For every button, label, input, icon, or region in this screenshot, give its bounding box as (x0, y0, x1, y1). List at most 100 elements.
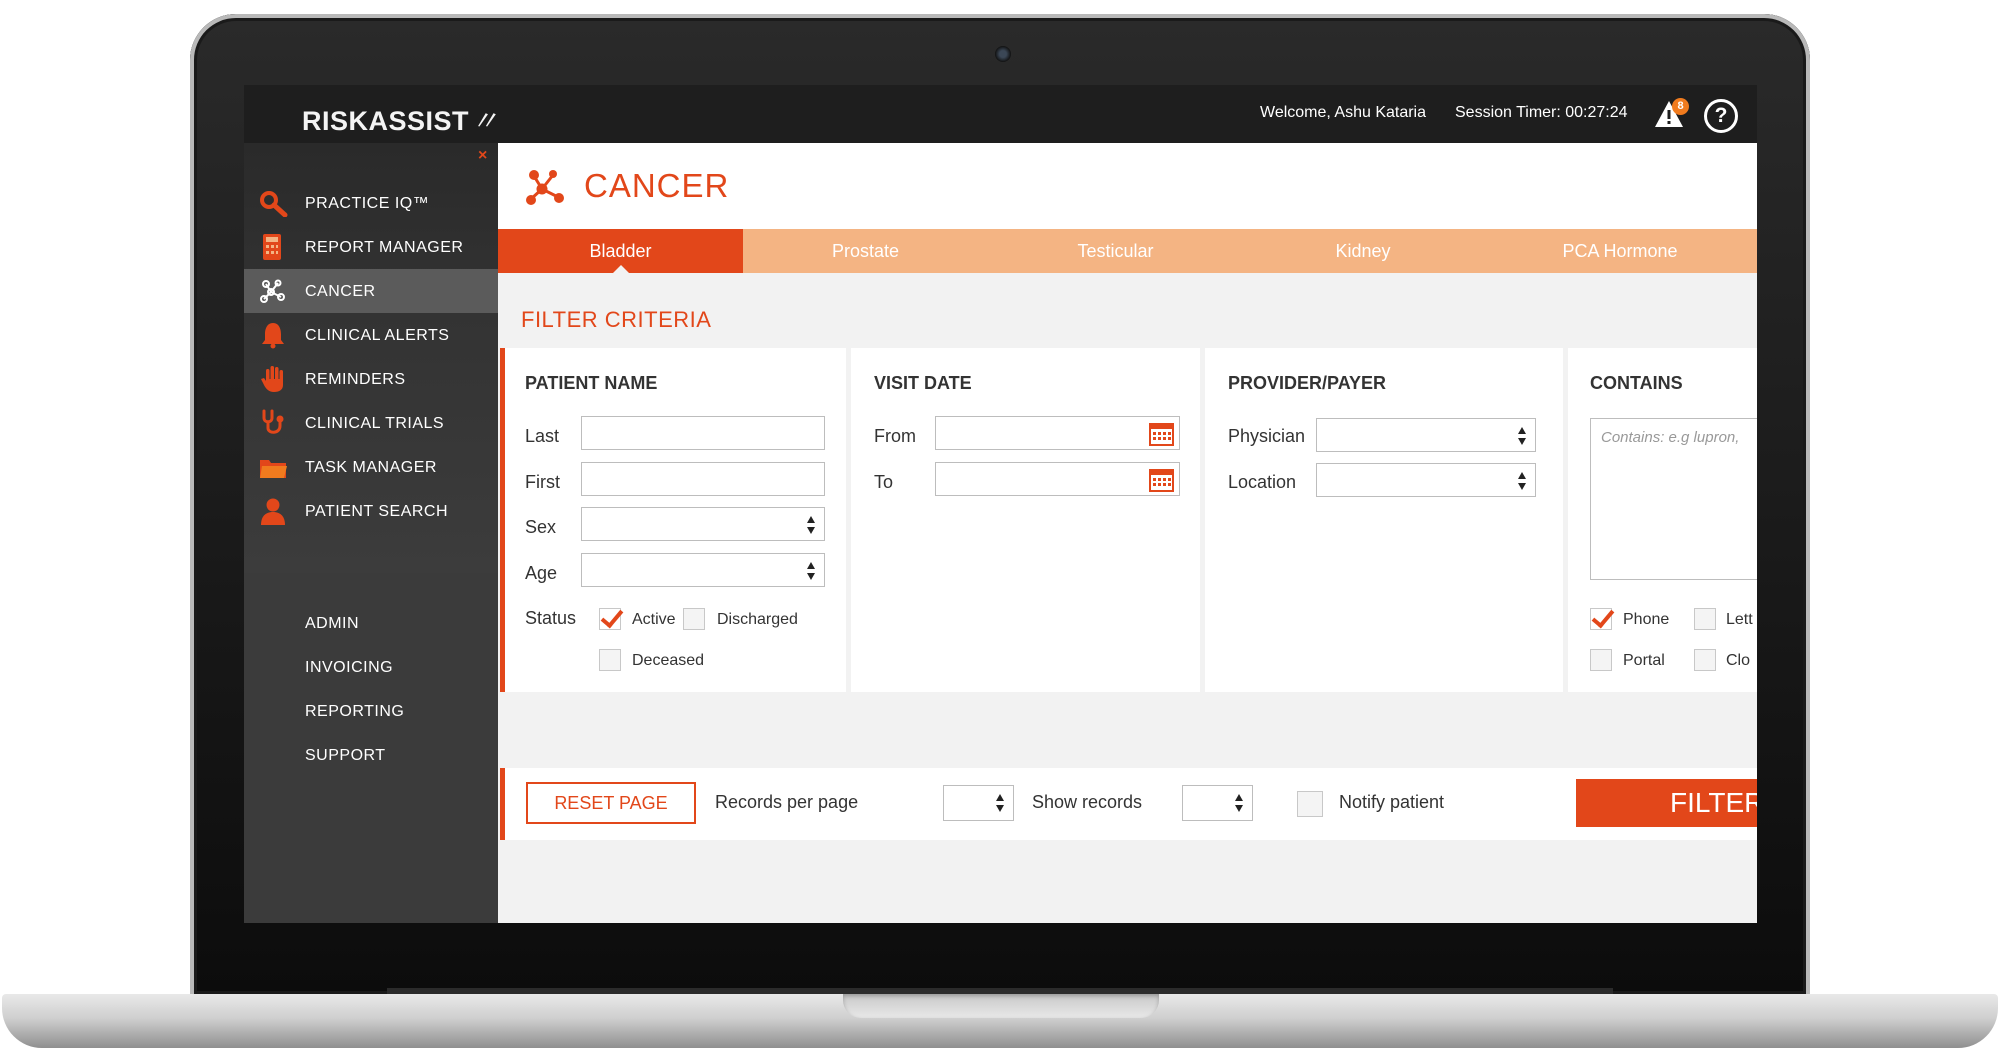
last-name-input[interactable] (581, 416, 825, 450)
age-select[interactable] (581, 553, 825, 587)
contains-phone-label: Phone (1623, 611, 1670, 628)
reset-page-button[interactable]: RESET PAGE (526, 782, 696, 824)
status-deceased-checkbox[interactable] (599, 649, 621, 671)
sidebar-item-label: PRACTICE IQ™ (305, 195, 430, 212)
physician-select[interactable] (1316, 418, 1536, 452)
provider-payer-panel: PROVIDER/PAYER Physician Location (1205, 348, 1563, 692)
sidebar-item-label: PATIENT SEARCH (305, 503, 449, 520)
sidebar-item-task-manager[interactable]: TASK MANAGER (244, 445, 498, 489)
tab-testicular[interactable]: Testicular (988, 229, 1243, 273)
status-discharged-label: Discharged (717, 611, 798, 628)
laptop-notch (843, 994, 1159, 1018)
to-date-label: To (874, 472, 894, 492)
sidebar-item-clinical-alerts[interactable]: CLINICAL ALERTS (244, 313, 498, 357)
sidebar-item-label: CLINICAL TRIALS (305, 415, 445, 432)
magnifier-icon (260, 191, 288, 217)
show-records-label: Show records (1032, 792, 1143, 812)
sidebar-item-label: TASK MANAGER (305, 459, 437, 476)
contains-closed-checkbox[interactable] (1694, 649, 1716, 671)
patient-name-panel: PATIENT NAME Last First Sex Age Status A… (505, 348, 846, 692)
select-arrows-icon (807, 562, 815, 580)
visit-date-panel: VISIT DATE From To (851, 348, 1200, 692)
sidebar-item-report-manager[interactable]: REPORT MANAGER (244, 225, 498, 269)
tab-pca-hormone[interactable]: PCA Hormone (1483, 229, 1757, 273)
help-icon[interactable]: ? (1704, 99, 1738, 133)
sidebar-item-patient-search[interactable]: PATIENT SEARCH (244, 489, 498, 533)
show-records-select[interactable] (1182, 785, 1253, 821)
sidebar-item-clinical-trials[interactable]: CLINICAL TRIALS (244, 401, 498, 445)
status-active-label: Active (632, 611, 676, 628)
sidebar-item-support[interactable]: SUPPORT (305, 747, 386, 765)
page-header: CANCER (498, 143, 1757, 229)
first-name-input[interactable] (581, 462, 825, 496)
close-icon[interactable]: × (478, 147, 487, 165)
select-arrows-icon (807, 516, 815, 534)
tab-bladder[interactable]: Bladder (498, 229, 743, 274)
sidebar-item-label: CANCER (305, 283, 376, 300)
tab-kidney[interactable]: Kidney (1243, 229, 1483, 273)
patient-name-heading: PATIENT NAME (525, 373, 658, 393)
last-name-label: Last (525, 426, 560, 446)
sidebar-item-label: REMINDERS (305, 371, 406, 388)
sidebar-item-reporting[interactable]: REPORTING (305, 703, 404, 721)
sex-label: Sex (525, 517, 557, 537)
person-icon (261, 498, 285, 525)
from-date-input[interactable] (935, 416, 1180, 450)
contains-textarea[interactable]: Contains: e.g lupron, (1590, 418, 1757, 580)
contains-portal-label: Portal (1623, 652, 1665, 669)
status-label: Status (525, 608, 577, 628)
contains-portal-checkbox[interactable] (1590, 649, 1612, 671)
status-discharged-checkbox[interactable] (683, 608, 705, 630)
contains-letter-label: Lett (1726, 611, 1753, 628)
filter-criteria-heading: FILTER CRITERIA (521, 307, 712, 332)
sidebar-item-label: REPORT MANAGER (305, 239, 464, 256)
tab-prostate[interactable]: Prostate (743, 229, 988, 273)
stethoscope-icon (262, 409, 284, 434)
status-deceased-label: Deceased (632, 652, 705, 669)
physician-label: Physician (1228, 426, 1306, 446)
sex-select[interactable] (581, 507, 825, 541)
location-label: Location (1228, 472, 1297, 492)
app-logo[interactable]: RISKASSIST〃 (302, 99, 499, 138)
notify-patient-checkbox[interactable] (1297, 791, 1323, 817)
sidebar: × PRACTICE IQ™ REPORT MANAGER CANCER CLI… (244, 143, 498, 923)
action-bar: RESET PAGE Records per page Show records… (500, 768, 1757, 840)
session-timer: Session Timer: 00:27:24 (1455, 104, 1628, 121)
contains-phone-checkbox[interactable] (1590, 608, 1612, 630)
contains-letter-checkbox[interactable] (1694, 608, 1716, 630)
bell-icon (262, 323, 284, 349)
calendar-icon[interactable] (1149, 421, 1174, 446)
calendar-icon[interactable] (1149, 467, 1174, 492)
select-arrows-icon (1518, 472, 1526, 490)
alert-count-badge: 8 (1672, 98, 1689, 115)
sidebar-item-cancer[interactable]: CANCER (244, 269, 498, 313)
tab-bar: Bladder Prostate Testicular Kidney PCA H… (498, 229, 1757, 274)
molecule-icon (526, 170, 564, 205)
app-screen: RISKASSIST〃 Welcome, Ashu Kataria Sessio… (244, 85, 1757, 923)
age-label: Age (525, 563, 558, 583)
filter-button[interactable]: FILTER (1576, 779, 1757, 827)
contains-heading: CONTAINS (1590, 373, 1683, 393)
sidebar-item-reminders[interactable]: REMINDERS (244, 357, 498, 401)
records-per-page-select[interactable] (943, 785, 1014, 821)
webcam (995, 46, 1011, 62)
sidebar-item-practice-iq[interactable]: PRACTICE IQ™ (244, 181, 498, 225)
action-bar-accent (500, 768, 505, 840)
top-bar: RISKASSIST〃 Welcome, Ashu Kataria Sessio… (244, 85, 1757, 143)
to-date-input[interactable] (935, 462, 1180, 496)
contains-closed-label: Clo (1726, 652, 1751, 669)
from-date-label: From (874, 426, 916, 446)
sidebar-item-admin[interactable]: ADMIN (305, 615, 359, 633)
notify-patient-label: Notify patient (1339, 792, 1445, 812)
records-per-page-label: Records per page (715, 792, 859, 812)
status-active-checkbox[interactable] (599, 608, 621, 630)
select-arrows-icon (996, 794, 1004, 812)
visit-date-heading: VISIT DATE (874, 373, 972, 393)
molecule-icon (260, 279, 285, 303)
first-name-label: First (525, 472, 560, 492)
provider-payer-heading: PROVIDER/PAYER (1228, 373, 1387, 393)
select-arrows-icon (1518, 427, 1526, 445)
welcome-text: Welcome, Ashu Kataria (1260, 104, 1427, 121)
location-select[interactable] (1316, 463, 1536, 497)
sidebar-item-invoicing[interactable]: INVOICING (305, 659, 393, 677)
